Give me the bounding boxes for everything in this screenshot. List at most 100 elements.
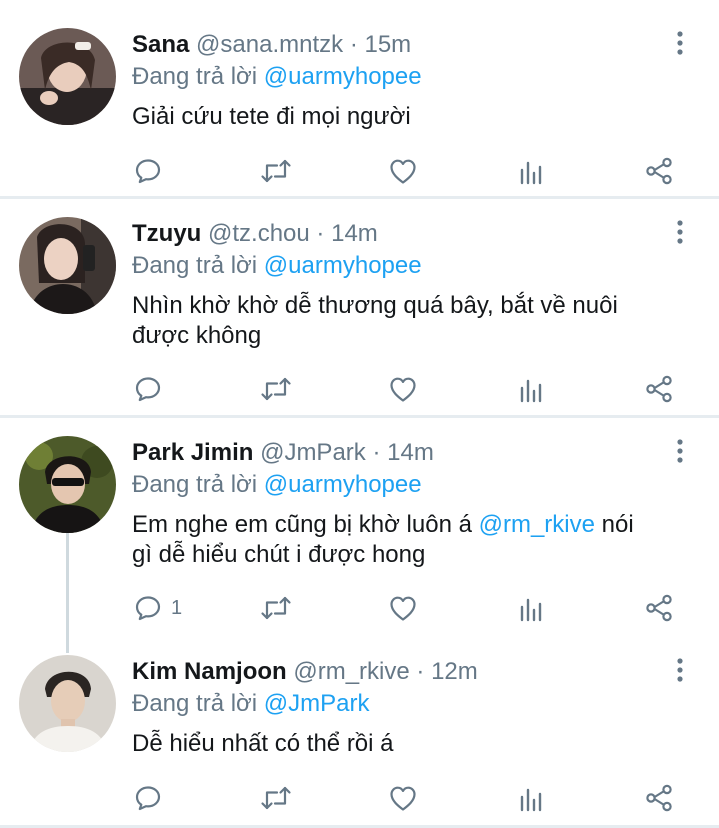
- replying-to-label: Đang trả lời: [132, 63, 258, 90]
- author-handle[interactable]: @tz.chou: [208, 220, 310, 247]
- avatar-image: [19, 436, 116, 533]
- analytics-button[interactable]: [516, 783, 546, 813]
- share-icon: [644, 374, 674, 404]
- reply-button[interactable]: [133, 156, 171, 186]
- tweet-header: Tzuyu @tz.chou · 14m: [132, 219, 378, 249]
- more-options-button[interactable]: [668, 436, 692, 466]
- more-vertical-icon: [668, 217, 692, 247]
- share-button[interactable]: [644, 156, 674, 186]
- tweet-text: Giải cứu tete đi mọi người: [132, 103, 411, 130]
- reply-icon: [133, 374, 163, 404]
- divider: [0, 196, 719, 199]
- replying-to: Đang trả lời @uarmyhopee: [132, 62, 422, 92]
- replying-to: Đang trả lời @uarmyhopee: [132, 470, 422, 500]
- heart-icon: [388, 156, 418, 186]
- replying-to-link[interactable]: @uarmyhopee: [264, 63, 422, 90]
- avatar[interactable]: [19, 28, 116, 125]
- timestamp[interactable]: 15m: [364, 31, 411, 58]
- more-options-button[interactable]: [668, 217, 692, 247]
- author-name[interactable]: Kim Namjoon: [132, 658, 287, 685]
- tweet-text: Em nghe em cũng bị khờ luôn á @rm_rkive …: [132, 510, 692, 570]
- author-name[interactable]: Park Jimin: [132, 439, 253, 466]
- share-button[interactable]: [644, 783, 674, 813]
- heart-icon: [388, 593, 418, 623]
- analytics-button[interactable]: [516, 374, 546, 404]
- replying-to: Đang trả lời @uarmyhopee: [132, 251, 422, 281]
- timestamp[interactable]: 14m: [331, 220, 378, 247]
- separator: ·: [316, 220, 325, 247]
- analytics-button[interactable]: [516, 156, 546, 186]
- retweet-button[interactable]: [259, 593, 293, 623]
- analytics-icon: [516, 374, 546, 404]
- separator: ·: [416, 658, 425, 685]
- avatar[interactable]: [19, 217, 116, 314]
- mention-link[interactable]: @rm_rkive: [479, 511, 595, 538]
- share-icon: [644, 783, 674, 813]
- author-handle[interactable]: @rm_rkive: [293, 658, 409, 685]
- more-vertical-icon: [668, 28, 692, 58]
- tweet-text-line: được không: [132, 322, 262, 349]
- tweet-text: Nhìn khờ khờ dễ thương quá bây, bắt về n…: [132, 291, 692, 351]
- like-button[interactable]: [388, 783, 418, 813]
- tweet-actions: [0, 374, 719, 404]
- analytics-icon: [516, 593, 546, 623]
- tweet-text: Dễ hiểu nhất có thể rồi á: [132, 730, 394, 757]
- replying-to: Đang trả lời @JmPark: [132, 689, 370, 719]
- avatar[interactable]: [19, 436, 116, 533]
- analytics-icon: [516, 783, 546, 813]
- avatar-image: [19, 655, 116, 752]
- like-button[interactable]: [388, 374, 418, 404]
- author-handle[interactable]: @JmPark: [260, 439, 366, 466]
- tweet-text-line: gì dễ hiểu chút i được hong: [132, 541, 426, 568]
- replying-to-label: Đang trả lời: [132, 252, 258, 279]
- author-handle[interactable]: @sana.mntzk: [196, 31, 343, 58]
- divider: [0, 415, 719, 418]
- share-button[interactable]: [644, 593, 674, 623]
- separator: ·: [372, 439, 381, 466]
- replying-to-link[interactable]: @uarmyhopee: [264, 471, 422, 498]
- analytics-icon: [516, 156, 546, 186]
- timestamp[interactable]: 14m: [387, 439, 434, 466]
- tweet-header: Kim Namjoon @rm_rkive · 12m: [132, 657, 478, 687]
- more-options-button[interactable]: [668, 655, 692, 685]
- tweet-text-line: Nhìn khờ khờ dễ thương quá bây, bắt về n…: [132, 292, 618, 319]
- analytics-button[interactable]: [516, 593, 546, 623]
- tweet-actions: [0, 783, 719, 813]
- avatar[interactable]: [19, 655, 116, 752]
- replying-to-label: Đang trả lời: [132, 471, 258, 498]
- retweet-icon: [259, 156, 293, 186]
- author-name[interactable]: Sana: [132, 31, 189, 58]
- reply-button[interactable]: 1: [133, 593, 182, 623]
- retweet-icon: [259, 374, 293, 404]
- replying-to-link[interactable]: @JmPark: [264, 690, 370, 717]
- reply-count: 1: [171, 596, 183, 619]
- reply-button[interactable]: [133, 783, 171, 813]
- heart-icon: [388, 374, 418, 404]
- retweet-button[interactable]: [259, 374, 293, 404]
- share-button[interactable]: [644, 374, 674, 404]
- reply-button[interactable]: [133, 374, 171, 404]
- author-name[interactable]: Tzuyu: [132, 220, 201, 247]
- tweet-actions: 1: [0, 593, 719, 623]
- tweet-header: Sana @sana.mntzk · 15m: [132, 30, 411, 60]
- heart-icon: [388, 783, 418, 813]
- more-vertical-icon: [668, 655, 692, 685]
- like-button[interactable]: [388, 593, 418, 623]
- retweet-button[interactable]: [259, 156, 293, 186]
- like-button[interactable]: [388, 156, 418, 186]
- share-icon: [644, 593, 674, 623]
- timestamp[interactable]: 12m: [431, 658, 478, 685]
- replying-to-link[interactable]: @uarmyhopee: [264, 252, 422, 279]
- more-vertical-icon: [668, 436, 692, 466]
- avatar-image: [19, 217, 116, 314]
- tweet-actions: [0, 156, 719, 186]
- avatar-image: [19, 28, 116, 125]
- tweet-text-segment: Em nghe em cũng bị khờ luôn á: [132, 511, 479, 538]
- reply-icon: [133, 783, 163, 813]
- retweet-icon: [259, 783, 293, 813]
- reply-icon: [133, 593, 163, 623]
- retweet-button[interactable]: [259, 783, 293, 813]
- retweet-icon: [259, 593, 293, 623]
- more-options-button[interactable]: [668, 28, 692, 58]
- tweet-text-line: Em nghe em cũng bị khờ luôn á @rm_rkive …: [132, 510, 692, 540]
